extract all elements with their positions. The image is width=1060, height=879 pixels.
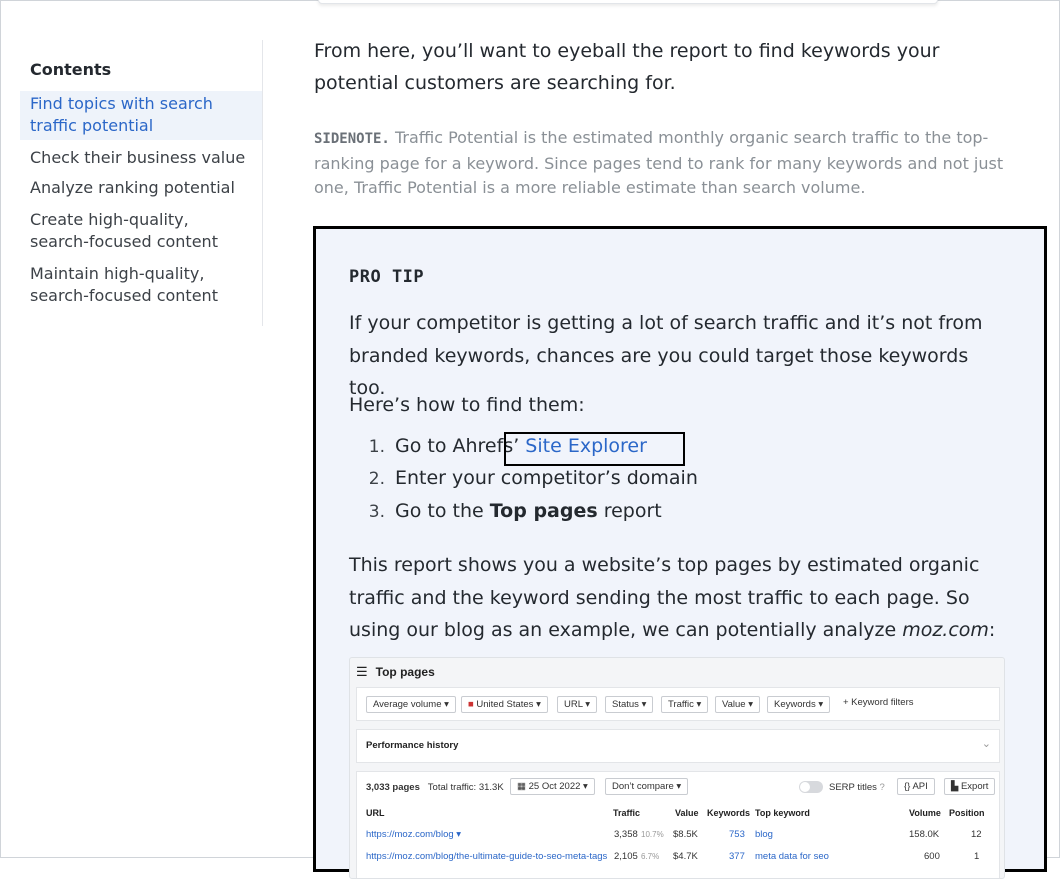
toc-item-create-content[interactable]: Create high-quality, search-focused cont… bbox=[20, 209, 262, 253]
api-label: API bbox=[912, 781, 928, 792]
row1-top-keyword[interactable]: blog bbox=[755, 829, 773, 840]
row2-volume: 600 bbox=[924, 851, 940, 862]
sidenote-text: Traffic Potential is the estimated month… bbox=[314, 128, 1004, 197]
row1-keywords[interactable]: 753 bbox=[729, 829, 745, 840]
highlight-box bbox=[504, 432, 685, 466]
keyword-filters-button[interactable]: + Keyword filters bbox=[843, 697, 914, 708]
filter-traffic[interactable]: Traffic ▾ bbox=[661, 696, 709, 713]
total-traffic: Total traffic: 31.3K bbox=[427, 782, 504, 793]
filter-status[interactable]: Status ▾ bbox=[605, 696, 654, 713]
row2-value: $4.7K bbox=[673, 851, 698, 862]
pro-tip-report-paragraph: This report shows you a website’s top pa… bbox=[349, 549, 1009, 647]
filter-country-label: United States ▾ bbox=[476, 699, 541, 710]
screenshot-title-text: Top pages bbox=[375, 665, 435, 679]
pro-tip-heading: PRO TIP bbox=[349, 267, 425, 287]
date-label: 25 Oct 2022 ▾ bbox=[528, 781, 588, 792]
sidenote: SIDENOTE. Traffic Potential is the estim… bbox=[314, 126, 1039, 201]
export-button[interactable]: ▙ Export bbox=[944, 778, 996, 795]
filter-url[interactable]: URL ▾ bbox=[557, 696, 598, 713]
pages-count-value: 3,033 pages bbox=[366, 782, 420, 793]
previous-image-card bbox=[318, 0, 938, 4]
col-top-keyword[interactable]: Top keyword bbox=[755, 808, 810, 818]
report-text: This report shows you a website’s top pa… bbox=[349, 554, 980, 641]
toc-item-business-value[interactable]: Check their business value bbox=[20, 147, 262, 169]
toc-title: Contents bbox=[30, 60, 112, 79]
row1-position: 12 bbox=[971, 829, 982, 840]
moz-domain: moz.com bbox=[902, 619, 989, 641]
filter-keywords[interactable]: Keywords ▾ bbox=[767, 696, 831, 713]
menu-icon: ☰ bbox=[356, 664, 368, 679]
row1-value: $8.5K bbox=[673, 829, 698, 840]
step-number: 2. bbox=[368, 469, 385, 489]
step-text: Enter your competitor’s domain bbox=[395, 467, 698, 489]
help-icon: ? bbox=[879, 782, 885, 793]
toc-item-maintain-content[interactable]: Maintain high-quality, search-focused co… bbox=[20, 263, 262, 307]
pages-count: 3,033 pages Total traffic: 31.3K bbox=[366, 782, 504, 793]
performance-history-title: Performance history bbox=[366, 740, 459, 751]
export-icon: ▙ bbox=[951, 781, 961, 792]
row2-traffic: 2,105 bbox=[614, 851, 638, 862]
top-pages-screenshot: ☰ Top pages Average volume ▾ ■ United Sta… bbox=[349, 657, 1005, 879]
col-traffic[interactable]: Traffic bbox=[613, 808, 640, 818]
serp-titles-toggle[interactable] bbox=[799, 781, 823, 793]
report-text-end: : bbox=[988, 619, 996, 641]
step-2: 2. Enter your competitor’s domain bbox=[349, 467, 698, 489]
filter-bar: Average volume ▾ ■ United States ▾ URL ▾… bbox=[356, 687, 1000, 721]
row1-volume: 158.0K bbox=[909, 829, 940, 840]
row1-url[interactable]: https://moz.com/blog ▾ bbox=[366, 829, 461, 840]
chevron-down-icon: ⌄ bbox=[981, 738, 991, 750]
filter-value[interactable]: Value ▾ bbox=[715, 696, 761, 713]
row2-traffic-pct: 6.7% bbox=[641, 852, 660, 861]
toc-item-ranking-potential[interactable]: Analyze ranking potential bbox=[20, 177, 262, 199]
step-number: 1. bbox=[368, 437, 385, 457]
sidenote-tag: SIDENOTE. bbox=[314, 131, 390, 147]
api-button[interactable]: {} API bbox=[897, 778, 935, 795]
serp-titles-text: SERP titles bbox=[829, 782, 877, 793]
filter-country[interactable]: ■ United States ▾ bbox=[461, 696, 548, 713]
row1-traffic: 3,358 bbox=[614, 829, 638, 840]
col-keywords[interactable]: Keywords bbox=[707, 808, 750, 818]
date-picker[interactable]: ▦ 25 Oct 2022 ▾ bbox=[510, 778, 595, 795]
calendar-icon: ▦ bbox=[517, 781, 529, 792]
row2-position: 1 bbox=[974, 851, 980, 862]
col-volume[interactable]: Volume bbox=[909, 808, 941, 818]
toc-item-find-topics[interactable]: Find topics with search traffic potentia… bbox=[20, 91, 262, 140]
step-text: Go to the bbox=[395, 500, 490, 522]
step-3: 3. Go to the Top pages report bbox=[349, 500, 662, 522]
export-label: Export bbox=[960, 781, 989, 792]
step-text-after: report bbox=[597, 500, 662, 522]
row2-keywords[interactable]: 377 bbox=[729, 851, 745, 862]
table-of-contents: Contents Find topics with search traffic… bbox=[20, 40, 263, 326]
step-number: 3. bbox=[368, 502, 385, 522]
col-position[interactable]: Position bbox=[949, 808, 985, 818]
col-value[interactable]: Value bbox=[675, 808, 699, 818]
screenshot-title: ☰ Top pages bbox=[356, 664, 435, 680]
pro-tip-how-to: Here’s how to find them: bbox=[349, 394, 585, 416]
intro-paragraph: From here, you’ll want to eyeball the re… bbox=[314, 40, 940, 94]
pages-table: 3,033 pages Total traffic: 31.3K ▦ 25 Oc… bbox=[356, 771, 1000, 878]
top-pages-bold: Top pages bbox=[489, 500, 598, 522]
compare-dropdown[interactable]: Don’t compare ▾ bbox=[605, 778, 689, 795]
pro-tip-box: PRO TIP If your competitor is getting a … bbox=[313, 226, 1047, 879]
col-url[interactable]: URL bbox=[366, 808, 385, 818]
serp-titles-label: SERP titles ? bbox=[829, 782, 885, 793]
row2-url[interactable]: https://moz.com/blog/the-ultimate-guide-… bbox=[366, 851, 607, 862]
performance-history-panel[interactable]: Performance history ⌄ bbox=[356, 729, 1000, 763]
row1-traffic-pct: 10.7% bbox=[641, 830, 664, 839]
row2-top-keyword[interactable]: meta data for seo bbox=[755, 851, 829, 862]
filter-average-volume[interactable]: Average volume ▾ bbox=[366, 696, 456, 713]
